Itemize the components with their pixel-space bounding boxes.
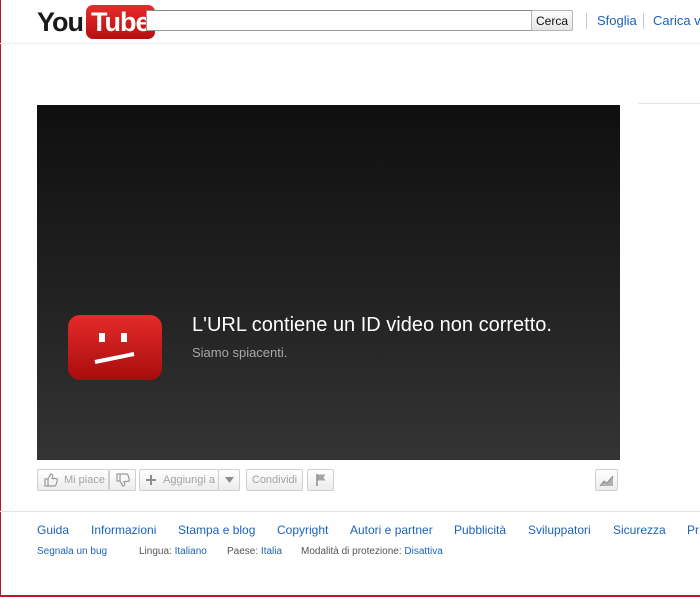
sad-tv-icon xyxy=(68,315,162,380)
stats-button[interactable] xyxy=(595,469,618,491)
add-to-dropdown[interactable] xyxy=(218,469,240,491)
search-button[interactable]: Cerca xyxy=(531,10,573,31)
header-divider xyxy=(0,43,700,44)
logo-you-text: You xyxy=(37,6,84,37)
youtube-logo[interactable]: You Tube xyxy=(37,4,155,40)
thumbs-down-icon xyxy=(115,473,130,487)
thumbs-up-icon xyxy=(44,473,58,487)
dislike-button[interactable] xyxy=(109,469,136,491)
nav-separator xyxy=(643,13,644,29)
language-setting[interactable]: Lingua: Italiano xyxy=(139,546,207,557)
footer-link-advertising[interactable]: Pubblicità xyxy=(454,523,506,537)
add-to-button[interactable]: Aggiungi a xyxy=(139,469,219,491)
plus-icon xyxy=(146,475,156,485)
footer-link-safety[interactable]: Sicurezza xyxy=(613,523,666,537)
footer-link-copyright[interactable]: Copyright xyxy=(277,523,328,537)
footer-link-privacy[interactable]: Pr xyxy=(687,523,699,537)
footer-divider xyxy=(0,511,700,512)
flag-button[interactable] xyxy=(307,469,334,491)
window-border-left xyxy=(0,0,1,597)
sidebar-divider xyxy=(638,103,700,104)
footer-link-creators[interactable]: Autori e partner xyxy=(350,523,433,537)
report-bug-link[interactable]: Segnala un bug xyxy=(37,546,107,557)
safety-mode-label: Modalità di protezione: xyxy=(301,546,402,557)
nav-browse-link[interactable]: Sfoglia xyxy=(597,13,637,28)
like-label: Mi piace xyxy=(64,474,105,486)
language-label: Lingua: xyxy=(139,546,172,557)
footer-link-press[interactable]: Stampa e blog xyxy=(178,523,255,537)
stats-chart-icon xyxy=(599,475,614,486)
error-subtitle: Siamo spiacenti. xyxy=(192,345,288,360)
share-label: Condividi xyxy=(251,474,298,486)
safety-mode-value[interactable]: Disattiva xyxy=(404,546,442,557)
flag-icon xyxy=(315,474,325,486)
video-player[interactable]: L'URL contiene un ID video non corretto.… xyxy=(37,105,620,460)
footer-link-about[interactable]: Informazioni xyxy=(91,523,156,537)
nav-separator xyxy=(586,13,587,29)
footer-link-developers[interactable]: Sviluppatori xyxy=(528,523,591,537)
country-value[interactable]: Italia xyxy=(261,546,282,557)
add-to-label: Aggiungi a xyxy=(163,474,215,486)
safety-mode-setting[interactable]: Modalità di protezione: Disattiva xyxy=(301,546,443,557)
country-setting[interactable]: Paese: Italia xyxy=(227,546,282,557)
chevron-down-icon xyxy=(224,477,234,483)
language-value[interactable]: Italiano xyxy=(175,546,207,557)
country-label: Paese: xyxy=(227,546,259,557)
logo-tube-text: Tube xyxy=(86,5,155,39)
share-button[interactable]: Condividi xyxy=(246,469,303,491)
error-title: L'URL contiene un ID video non corretto. xyxy=(192,314,552,336)
like-button[interactable]: Mi piace xyxy=(37,469,109,491)
nav-upload-link[interactable]: Carica vi xyxy=(653,13,700,28)
footer-link-help[interactable]: Guida xyxy=(37,523,69,537)
search-input[interactable] xyxy=(146,10,533,31)
